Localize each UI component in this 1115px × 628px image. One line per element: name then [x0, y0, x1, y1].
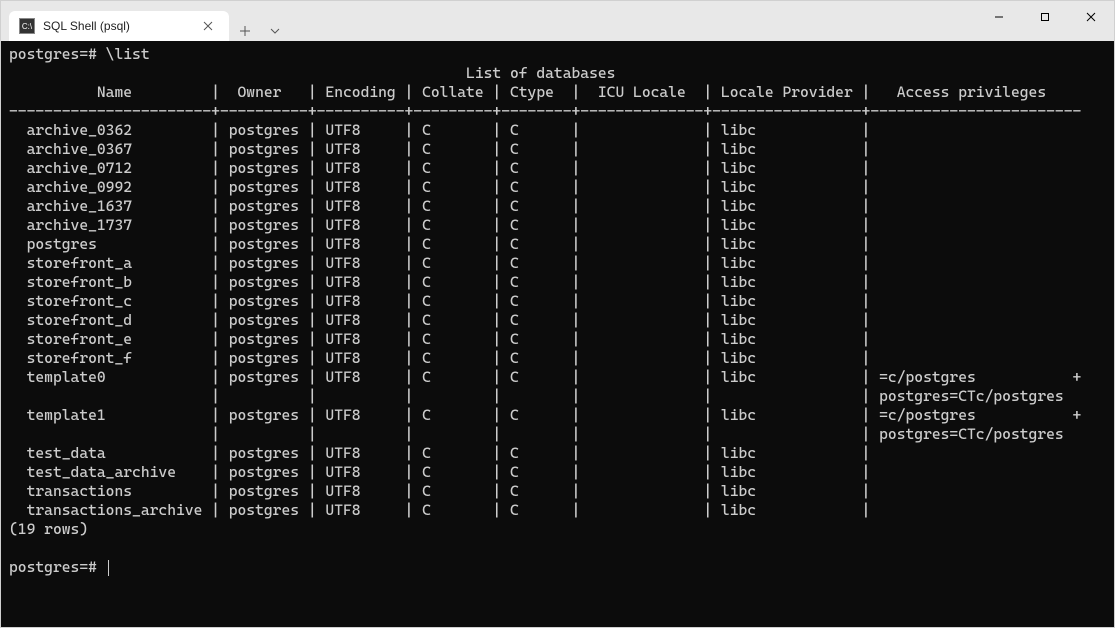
minimize-button[interactable]	[976, 1, 1022, 33]
terminal-cursor	[108, 560, 109, 576]
cmd-icon: C:\	[19, 18, 35, 34]
tab-actions	[229, 21, 291, 41]
tab-psql[interactable]: C:\ SQL Shell (psql)	[9, 11, 229, 41]
terminal-output[interactable]: postgres=# \list List of databases Name …	[1, 41, 1114, 627]
close-tab-button[interactable]	[201, 19, 215, 33]
tab-title: SQL Shell (psql)	[43, 19, 130, 33]
app-window: C:\ SQL Shell (psql) post	[0, 0, 1115, 628]
new-tab-button[interactable]	[235, 21, 255, 41]
tab-dropdown-button[interactable]	[265, 21, 285, 41]
maximize-button[interactable]	[1022, 1, 1068, 33]
titlebar: C:\ SQL Shell (psql)	[1, 1, 1114, 41]
window-controls	[976, 1, 1114, 41]
close-window-button[interactable]	[1068, 1, 1114, 33]
